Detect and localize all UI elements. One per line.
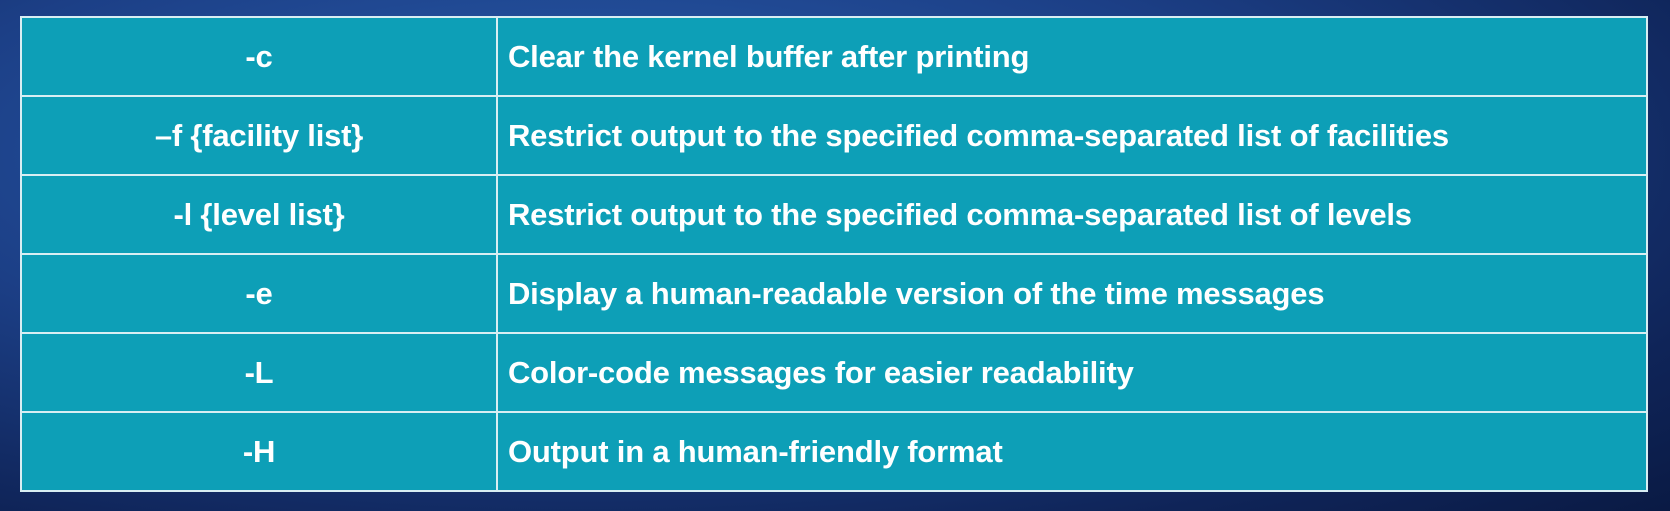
options-table: -c Clear the kernel buffer after printin…	[20, 16, 1648, 492]
option-flag-cell: –f {facility list}	[20, 95, 498, 176]
option-description-cell: Display a human-readable version of the …	[496, 253, 1648, 334]
option-flag-cell: -l {level list}	[20, 174, 498, 255]
option-flag-cell: -e	[20, 253, 498, 334]
option-description-cell: Output in a human-friendly format	[496, 411, 1648, 492]
option-flag-cell: -L	[20, 332, 498, 413]
option-description-cell: Restrict output to the specified comma-s…	[496, 174, 1648, 255]
table-row: -l {level list} Restrict output to the s…	[20, 174, 1648, 255]
table-row: -e Display a human-readable version of t…	[20, 253, 1648, 334]
option-description-cell: Restrict output to the specified comma-s…	[496, 95, 1648, 176]
table-row: -H Output in a human-friendly format	[20, 411, 1648, 492]
table-row: -c Clear the kernel buffer after printin…	[20, 16, 1648, 97]
option-description-cell: Clear the kernel buffer after printing	[496, 16, 1648, 97]
table-row: -L Color-code messages for easier readab…	[20, 332, 1648, 413]
table-row: –f {facility list} Restrict output to th…	[20, 95, 1648, 176]
option-flag-cell: -H	[20, 411, 498, 492]
option-flag-cell: -c	[20, 16, 498, 97]
option-description-cell: Color-code messages for easier readabili…	[496, 332, 1648, 413]
options-table-body: -c Clear the kernel buffer after printin…	[20, 16, 1648, 492]
